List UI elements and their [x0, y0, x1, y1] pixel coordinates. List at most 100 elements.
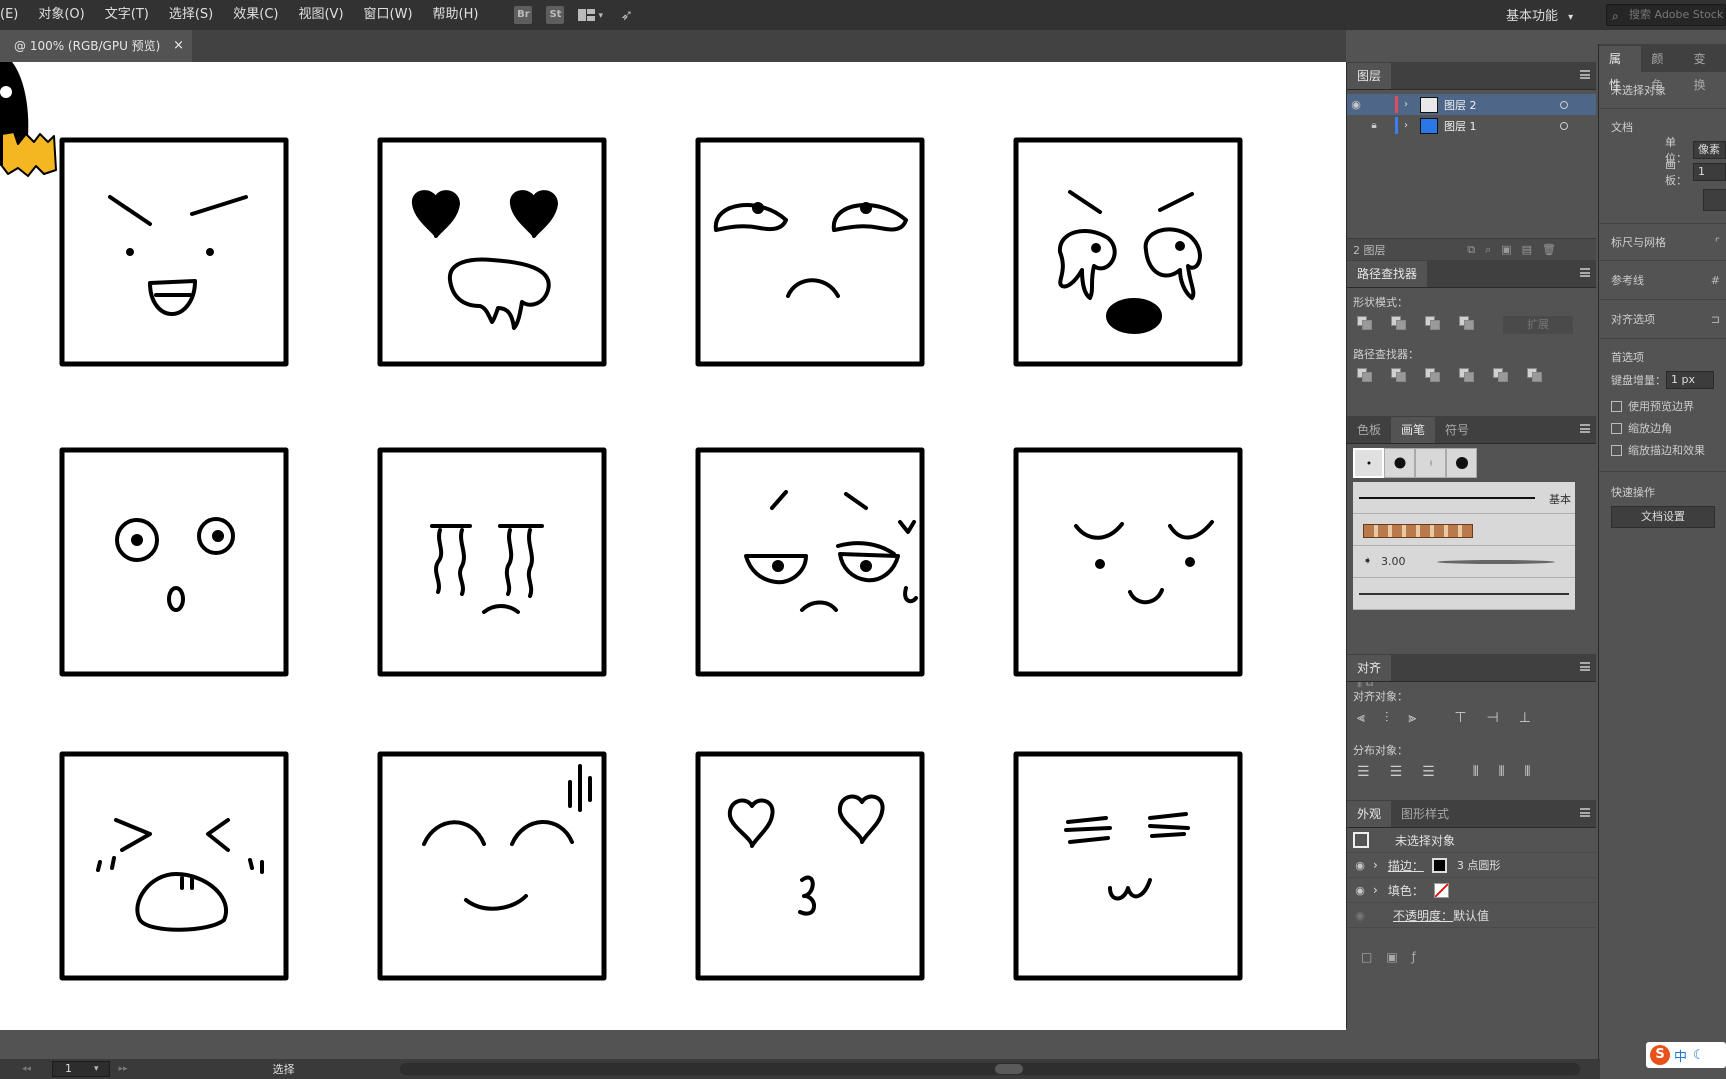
visibility-eye-icon[interactable]: ◉ — [1351, 859, 1369, 872]
document-setup-button[interactable]: 文档设置 — [1611, 506, 1715, 528]
appearance-fill-row[interactable]: ◉ › 填色： — [1347, 878, 1596, 903]
menu-select[interactable]: 选择(S) — [159, 0, 223, 30]
stock-icon[interactable]: St — [546, 6, 565, 24]
menu-help[interactable]: 帮助(H) — [423, 0, 489, 30]
distribute-left-icon[interactable]: ⫴ — [1473, 764, 1479, 780]
distribute-center-icon[interactable]: ☰ — [1390, 764, 1403, 780]
scale-corners-row[interactable]: 缩放边角 — [1599, 417, 1726, 439]
arrange-documents-icon[interactable]: ▾ — [578, 7, 606, 23]
align-center-v-icon[interactable]: ⊣ — [1487, 710, 1499, 726]
tab-align[interactable]: 对齐 — [1347, 655, 1392, 681]
align-top-icon[interactable]: ⊤ — [1454, 710, 1466, 726]
use-preview-bounds-checkbox[interactable] — [1611, 400, 1622, 412]
visibility-eye-icon[interactable]: ◉ — [1351, 884, 1369, 897]
menu-object[interactable]: 对象(O) — [28, 0, 94, 30]
align-right-icon[interactable]: ⫸ — [1408, 710, 1416, 726]
distribute-top-icon[interactable]: ☰ — [1357, 764, 1370, 780]
scrollbar-thumb[interactable] — [995, 1064, 1023, 1074]
horizontal-scrollbar[interactable] — [400, 1063, 1580, 1075]
menu-type[interactable]: 文字(T) — [95, 0, 159, 30]
nav-next-icon[interactable]: ▸▸ — [119, 1064, 128, 1074]
brush-pattern[interactable] — [1353, 514, 1575, 546]
artboard-canvas[interactable] — [0, 62, 1346, 1030]
unite-icon[interactable] — [1357, 316, 1374, 331]
stroke-swatch[interactable] — [1431, 857, 1447, 873]
visibility-eye-icon[interactable]: ◉ — [1347, 98, 1365, 111]
expand-chevron-icon[interactable]: › — [1373, 858, 1378, 872]
rocket-icon[interactable]: ➶ — [620, 6, 633, 24]
target-circle-icon[interactable] — [1560, 100, 1568, 109]
target-circle-icon[interactable] — [1560, 121, 1568, 130]
tab-pathfinder[interactable]: 路径查找器 — [1347, 261, 1428, 287]
chevron-down-icon[interactable]: ▾ — [94, 1064, 99, 1074]
merge-icon[interactable] — [1425, 368, 1442, 383]
align-center-h-icon[interactable]: ⫶ — [1385, 710, 1389, 726]
tab-symbols[interactable]: 符号 — [1435, 417, 1479, 443]
use-preview-bounds-row[interactable]: 使用预览边界 — [1599, 395, 1726, 417]
menu-window[interactable]: 窗口(W) — [354, 0, 423, 30]
bridge-icon[interactable]: Br — [514, 6, 533, 24]
workspace-switcher[interactable]: 基本功能 ▾ — [1506, 5, 1573, 24]
distribute-bottom-icon[interactable]: ☰ — [1422, 764, 1435, 780]
expand-chevron-icon[interactable]: › — [1404, 99, 1414, 110]
tab-transform[interactable]: 变换 — [1684, 46, 1726, 92]
minus-front-icon[interactable] — [1391, 316, 1408, 331]
panel-menu-icon[interactable] — [1580, 268, 1590, 277]
keyboard-increment-field[interactable]: 1 px — [1666, 371, 1714, 389]
divide-icon[interactable] — [1357, 368, 1374, 383]
tab-layers[interactable]: 图层 — [1347, 63, 1392, 89]
tab-properties[interactable]: 属性 — [1599, 46, 1642, 92]
expand-button[interactable]: 扩展 — [1503, 316, 1573, 334]
document-tab[interactable]: @ 100% (RGB/GPU 预览) × — [0, 30, 192, 62]
appearance-opacity-row[interactable]: ◉ 不透明度： 默认值 — [1347, 903, 1596, 928]
layer-row-1[interactable]: 🔒︎ › 图层 1 — [1347, 115, 1596, 136]
layer-row-2[interactable]: ◉ › 图层 2 — [1347, 94, 1596, 115]
appearance-stroke-row[interactable]: ◉ › 描边： 3 点圆形 — [1347, 853, 1596, 878]
page-number-field[interactable]: 1 — [52, 1061, 110, 1077]
panel-menu-icon[interactable] — [1580, 70, 1590, 79]
distribute-hcenter-icon[interactable]: ⫴ — [1499, 764, 1505, 780]
distribute-right-icon[interactable]: ⫴ — [1524, 764, 1530, 780]
intersect-icon[interactable] — [1425, 316, 1442, 331]
ruler-icon[interactable]: ⌜ — [1715, 236, 1720, 249]
panel-menu-icon[interactable] — [1580, 662, 1590, 671]
brush-dot-light[interactable] — [1415, 448, 1446, 478]
brush-dot-medium[interactable] — [1384, 448, 1415, 478]
brush-basic[interactable]: 基本 — [1353, 482, 1575, 514]
crop-icon[interactable] — [1459, 368, 1476, 383]
opacity-label[interactable]: 不透明度： — [1393, 907, 1453, 924]
brush-dot-small[interactable] — [1353, 448, 1384, 478]
close-icon[interactable]: × — [173, 30, 184, 62]
ime-toolbar[interactable]: S 中 ☾ — [1646, 1042, 1726, 1068]
grid-icon[interactable]: # — [1711, 274, 1720, 287]
nav-arrows-icon[interactable]: ◂◂ — [22, 1064, 31, 1074]
lock-icon[interactable]: 🔒︎ — [1365, 120, 1383, 131]
panel-menu-icon[interactable] — [1580, 808, 1590, 817]
edit-artboards-button[interactable] — [1703, 189, 1726, 211]
minus-back-icon[interactable] — [1527, 368, 1544, 383]
tab-swatches[interactable]: 色板 — [1347, 417, 1391, 443]
artboard-field[interactable]: 1 — [1693, 163, 1726, 181]
menu-effect[interactable]: 效果(C) — [223, 0, 288, 30]
fill-none-swatch[interactable] — [1433, 882, 1449, 898]
panel-menu-icon[interactable] — [1580, 424, 1590, 433]
ime-language[interactable]: 中 — [1674, 1046, 1687, 1065]
trim-icon[interactable] — [1391, 368, 1408, 383]
align-left-icon[interactable]: ⫷ — [1357, 710, 1365, 726]
search-input[interactable]: ⌕ 搜索 Adobe Stock — [1606, 4, 1726, 26]
brush-charcoal[interactable] — [1353, 578, 1575, 610]
brush-calligraphic[interactable]: ➧ 3.00 — [1353, 546, 1575, 578]
stroke-label[interactable]: 描边： — [1388, 857, 1424, 874]
outline-icon[interactable] — [1493, 368, 1510, 383]
align-bottom-icon[interactable]: ⊥ — [1519, 710, 1531, 726]
tab-graphic-styles[interactable]: 图形样式 — [1391, 801, 1459, 827]
exclude-icon[interactable] — [1459, 316, 1476, 331]
scale-corners-checkbox[interactable] — [1611, 422, 1622, 434]
tab-brushes[interactable]: 画笔 — [1391, 417, 1436, 443]
expand-chevron-icon[interactable]: › — [1404, 120, 1414, 131]
scale-strokes-checkbox[interactable] — [1611, 444, 1622, 456]
visibility-eye-icon[interactable]: ◉ — [1351, 909, 1369, 922]
tab-appearance[interactable]: 外观 — [1347, 801, 1392, 827]
menu-edit[interactable]: (E) — [0, 0, 28, 30]
brush-dot-large[interactable] — [1446, 448, 1477, 478]
